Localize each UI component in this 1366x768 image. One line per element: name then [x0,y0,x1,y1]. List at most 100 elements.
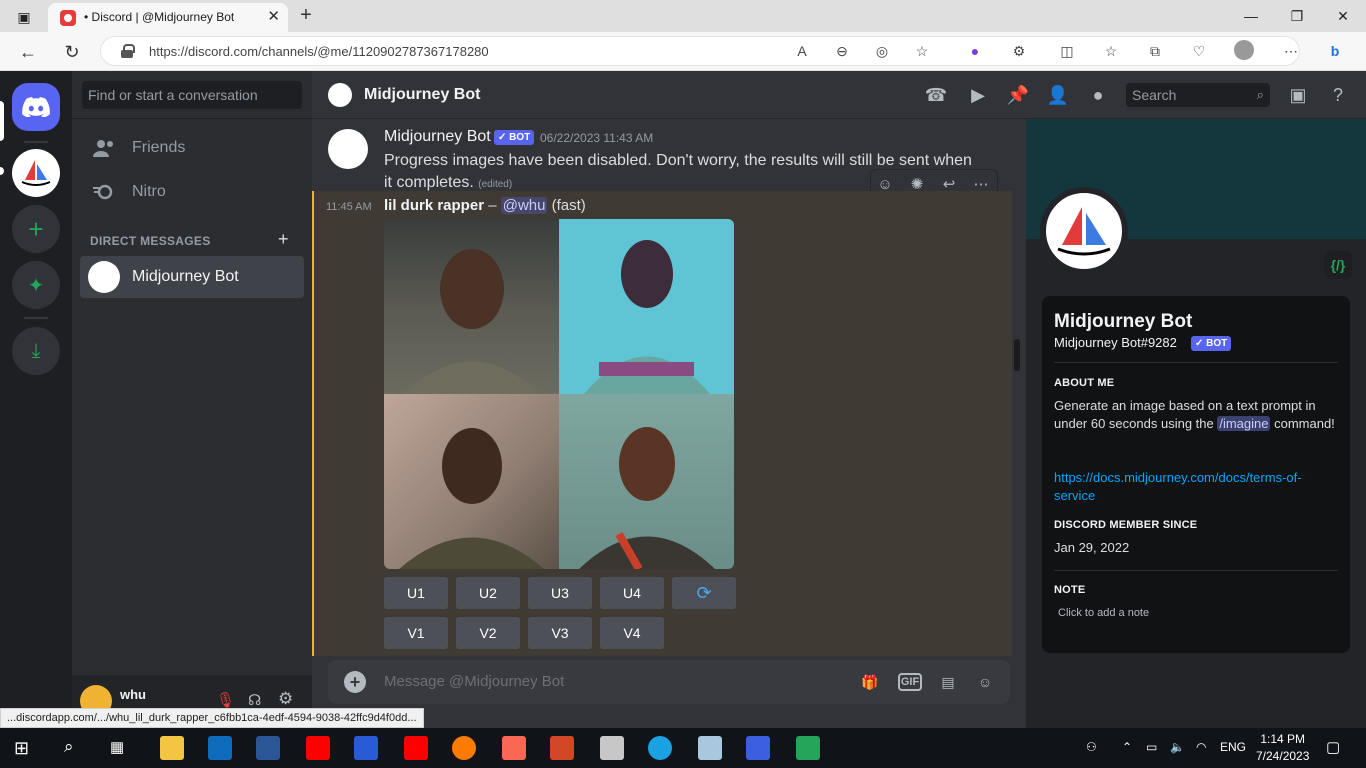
app-icon[interactable] [354,736,378,760]
add-friend-icon[interactable]: 👤 [1046,83,1070,107]
chat-scrollbar[interactable] [1012,119,1022,656]
minimize-icon[interactable]: — [1228,4,1274,28]
call-icon[interactable]: ☎ [924,83,948,107]
generated-image-grid[interactable] [384,219,734,569]
tray-overflow-icon[interactable]: ⌃ [1122,740,1132,754]
extensions-icon[interactable]: ⚙ [1008,40,1030,62]
search-icon[interactable]: ⌕ [64,737,74,757]
close-icon[interactable]: ✕ [267,7,280,25]
nav-nitro[interactable]: Nitro [80,171,304,213]
favorite-icon[interactable]: ☆ [911,40,933,62]
notifications-icon[interactable]: ▢ [1326,738,1340,756]
chat-search-input[interactable]: Search ⌕ [1126,83,1270,107]
people-icon[interactable]: ⚇ [1086,740,1097,754]
midjourney-server-icon[interactable] [12,149,60,197]
dm-item-midjourney-bot[interactable]: Midjourney Bot [80,256,304,298]
create-dm-icon[interactable]: + [278,229,289,250]
nav-friends[interactable]: Friends [80,127,304,169]
sticker-icon[interactable]: ▤ [936,671,960,693]
restore-icon[interactable]: ❐ [1274,4,1320,28]
gif-icon[interactable]: GIF [898,673,922,691]
task-view-icon[interactable]: ▦ [110,738,124,756]
youtube-icon[interactable] [306,736,330,760]
inbox-icon[interactable]: ▣ [1286,83,1310,107]
variation-3-button[interactable]: V3 [528,617,592,649]
profile-toggle-icon[interactable]: ● [1086,83,1110,107]
add-server-icon[interactable]: + [12,205,60,253]
paint-icon[interactable] [600,736,624,760]
message-composer[interactable]: + Message @Midjourney Bot 🎁 GIF ▤ ☺ [328,660,1010,704]
file-explorer-icon[interactable] [160,736,184,760]
browser-tab[interactable]: • Discord | @Midjourney Bot ✕ [48,3,288,32]
variation-4-button[interactable]: V4 [600,617,664,649]
profile-card: Midjourney Bot Midjourney Bot#9282 ✓ BOT… [1042,296,1350,653]
dm-panel: Find or start a conversation Friends Nit… [72,71,312,728]
read-aloud-icon[interactable]: A [791,40,813,62]
favorites-icon[interactable]: ☆ [1100,40,1122,62]
upscale-3-button[interactable]: U3 [528,577,592,609]
split-screen-icon[interactable]: ◫ [1056,40,1078,62]
collections-icon[interactable]: ⧉ [1144,40,1166,62]
command-chip[interactable]: /imagine [1217,416,1271,431]
prompt-text: lil durk rapper [384,197,485,214]
upscale-1-button[interactable]: U1 [384,577,448,609]
developer-badge-icon[interactable]: {/} [1324,251,1352,279]
powerpoint-icon[interactable] [550,736,574,760]
extension-icon[interactable]: ● [964,40,986,62]
dm-search-input[interactable]: Find or start a conversation [82,81,302,109]
gift-icon[interactable]: 🎁 [858,671,882,693]
mute-icon[interactable]: 🎙 [216,691,235,709]
variation-2-button[interactable]: V2 [456,617,520,649]
message-author[interactable]: Midjourney Bot [384,128,491,146]
window-close-icon[interactable]: ✕ [1320,4,1366,28]
zoom-icon[interactable]: ⊖ [831,40,853,62]
discord-home-icon[interactable] [12,83,60,131]
message-text: lil durk rapper – @whu (fast) [384,197,586,214]
explore-icon[interactable]: ✦ [12,261,60,309]
note-input[interactable]: Click to add a note [1058,607,1149,619]
start-icon[interactable]: ⊞ [14,738,29,759]
reroll-button[interactable]: ⟳ [672,577,736,609]
video-icon[interactable]: ▶ [966,83,990,107]
new-tab-icon[interactable]: + [294,3,318,27]
youtube-icon[interactable] [404,736,428,760]
firefox-icon[interactable] [452,736,476,760]
back-icon[interactable]: ← [14,38,42,66]
profile-icon[interactable] [1234,40,1254,60]
profile-name: Midjourney Bot [1054,311,1193,332]
avatar[interactable] [328,129,368,169]
emoji-icon[interactable]: ☺ [973,671,997,693]
download-icon[interactable]: ⤓ [12,327,60,375]
word-icon[interactable] [256,736,280,760]
bing-icon[interactable]: b [1324,40,1346,62]
outlook-icon[interactable] [208,736,232,760]
attach-icon[interactable]: + [344,671,366,693]
help-icon[interactable]: ? [1326,83,1350,107]
wifi-icon[interactable]: ◠ [1196,740,1206,754]
battery-icon[interactable]: ▭ [1146,740,1157,754]
upscale-2-button[interactable]: U2 [456,577,520,609]
more-icon[interactable]: ⋯ [1280,40,1302,62]
message: Midjourney Bot ✓ BOT 06/22/2023 11:43 AM… [312,119,1026,201]
variation-1-button[interactable]: V1 [384,617,448,649]
app-icon[interactable] [698,736,722,760]
app-icon[interactable] [746,736,770,760]
refresh-icon[interactable]: ↻ [58,38,86,66]
headphones-icon[interactable]: ☊ [248,691,261,709]
user-mention[interactable]: @whu [500,197,548,214]
vscode-icon[interactable] [796,736,820,760]
language-indicator[interactable]: ENG [1220,740,1246,754]
docs-link[interactable]: https://docs.midjourney.com/docs/terms-o… [1054,469,1338,505]
pin-icon[interactable]: 📌 [1006,83,1030,107]
performance-icon[interactable]: ♡ [1188,40,1210,62]
tracking-icon[interactable]: ◎ [871,40,893,62]
profile-avatar[interactable] [1040,187,1128,275]
volume-icon[interactable]: 🔈 [1170,740,1185,754]
patreon-icon[interactable] [502,736,526,760]
tab-actions-icon[interactable]: ▣ [10,6,38,28]
system-clock[interactable]: 1:14 PM 7/24/2023 [1256,731,1309,765]
settings-icon[interactable]: ⚙ [278,689,293,709]
edge-icon[interactable] [648,736,672,760]
scrollbar-thumb[interactable] [1014,339,1020,371]
upscale-4-button[interactable]: U4 [600,577,664,609]
